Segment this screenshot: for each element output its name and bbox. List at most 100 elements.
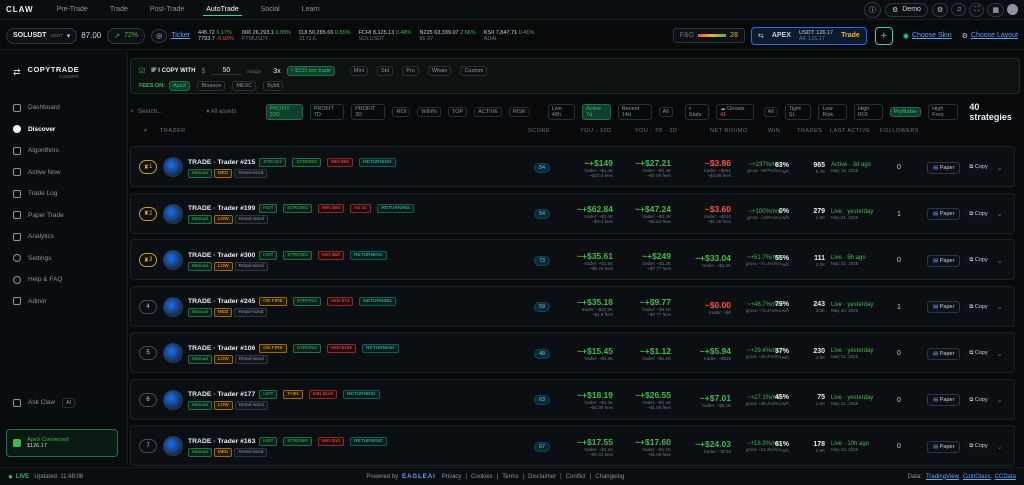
fullscreen-icon[interactable]: ⛶ xyxy=(969,2,985,17)
paper-button[interactable]: ▤ Paper xyxy=(927,208,961,220)
fee-binance[interactable]: Binance xyxy=(197,81,226,91)
filter-high-roi[interactable]: High ROI xyxy=(854,103,883,120)
layout-icon[interactable]: ▦ xyxy=(987,2,1004,17)
nav-autotrade[interactable]: AutoTrade xyxy=(203,4,242,16)
tab-win[interactable]: WIN% xyxy=(417,106,441,117)
footer-privacy[interactable]: Privacy xyxy=(442,474,462,480)
paper-button[interactable]: ▤ Paper xyxy=(927,161,961,174)
sidebar-item-active-now[interactable]: Active Now xyxy=(0,162,127,184)
sidebar-item-analytics[interactable]: Analytics xyxy=(0,226,127,248)
risk-std[interactable]: Std xyxy=(377,66,394,76)
table-row[interactable]: 5 TRADE · Trader #106 ON FIRE STRONG MIN $1… xyxy=(130,332,1015,373)
paper-button[interactable]: ▤ Paper xyxy=(927,440,961,453)
fee-bybit[interactable]: Bybit xyxy=(263,81,284,91)
demo-button[interactable]: ⚙ Demo xyxy=(884,2,928,17)
chevron-down-icon[interactable]: ⌄ xyxy=(997,350,1003,358)
nav-posttrade[interactable]: Post-Trade xyxy=(147,4,187,15)
tab-profit7[interactable]: PROFIT 7D xyxy=(309,103,345,120)
nav-social[interactable]: Social xyxy=(258,4,283,15)
trader-name[interactable]: TRADE · Trader #163 xyxy=(188,438,255,445)
footer-cookies[interactable]: Cookies xyxy=(471,474,493,480)
settings-icon[interactable]: ⚙ xyxy=(931,2,949,17)
chevron-down-icon[interactable]: ⌄ xyxy=(997,396,1003,404)
paper-button[interactable]: ▤ Paper xyxy=(927,347,961,360)
time-active7d[interactable]: Active 7d xyxy=(581,103,611,120)
collapse-icon[interactable]: ⇄ xyxy=(13,67,21,78)
paper-button[interactable]: ▤ Paper xyxy=(927,301,961,313)
table-row[interactable]: ♜ 2 TRADE · Trader #199 HOT STRONG MIN $50 No… xyxy=(130,192,1015,234)
choose-skin-link[interactable]: Choose Skin xyxy=(912,32,952,39)
chevron-down-icon[interactable]: ⌄ xyxy=(997,257,1003,265)
copy-button[interactable]: ⧉ Copy xyxy=(964,301,993,313)
add-button[interactable]: + xyxy=(874,26,893,45)
copy-button[interactable]: ⧉ Copy xyxy=(964,208,993,220)
tab-active[interactable]: ACTIVE xyxy=(474,106,502,117)
filter-all[interactable]: All xyxy=(763,106,778,117)
sidebar-item-discover[interactable]: Discover xyxy=(0,119,127,141)
sidebar-item-settings[interactable]: Settings xyxy=(0,248,127,270)
paper-button[interactable]: ▤ Paper xyxy=(927,394,961,406)
trader-name[interactable]: TRADE · Trader #215 xyxy=(188,159,255,166)
copy-button[interactable]: ⧉ Copy xyxy=(964,255,993,266)
search-input[interactable]: Search... xyxy=(138,109,202,115)
risk-custom[interactable]: Custom xyxy=(460,66,488,76)
table-row[interactable]: ♜ 3 TRADE · Trader #300 HOT STRONG MIN $50 RE… xyxy=(130,239,1015,280)
info-icon[interactable]: ⓘ xyxy=(863,1,881,18)
sidebar-item-paper-trade[interactable]: Paper Trade xyxy=(0,205,127,227)
table-row[interactable]: 4 TRADE · Trader #245 ON FIRE STRONG MIN $7… xyxy=(130,285,1015,327)
nav-pretrade[interactable]: Pre-Trade xyxy=(54,4,91,15)
tab-top[interactable]: TOP xyxy=(447,106,468,117)
notifications-icon[interactable]: ♫ xyxy=(951,3,967,16)
amount-input[interactable]: 50 xyxy=(211,67,242,75)
nav-trade[interactable]: Trade xyxy=(107,4,131,15)
copy-button[interactable]: ⧉ Copy xyxy=(964,441,993,452)
chevron-down-icon[interactable]: ⌄ xyxy=(997,303,1003,311)
footer-disclaimer[interactable]: Disclaimer xyxy=(528,474,556,480)
table-row[interactable]: ♜ 1 TRADE · Trader #215 STEADY STRONG MIN $5… xyxy=(130,146,1015,187)
filter-tight-sl[interactable]: Tight SL xyxy=(784,103,812,120)
copy-button[interactable]: ⧉ Copy xyxy=(964,162,993,173)
sidebar-item-algorithms[interactable]: Algorithms xyxy=(0,140,127,162)
sidebar-item-dashboard[interactable]: Dashboard xyxy=(0,97,127,119)
copy-button[interactable]: ⧉ Copy xyxy=(964,394,993,406)
footer-terms[interactable]: Terms xyxy=(502,474,518,480)
nav-learn[interactable]: Learn xyxy=(299,4,323,15)
filter-low-risk[interactable]: Low Risk xyxy=(818,103,848,120)
trader-name[interactable]: TRADE · Trader #300 xyxy=(188,252,255,259)
chevron-down-icon[interactable]: ⌄ xyxy=(997,164,1003,172)
ghosts-filter[interactable]: ☁ Ghosts 41 xyxy=(716,103,754,120)
trader-name[interactable]: TRADE · Trader #245 xyxy=(188,298,255,305)
time-live48h[interactable]: Live 48h xyxy=(547,103,575,120)
trader-name[interactable]: TRADE · Trader #199 xyxy=(188,205,255,212)
choose-layout-link[interactable]: Choose Layout xyxy=(971,32,1018,39)
tab-roi[interactable]: ROI xyxy=(392,106,411,117)
risk-pro[interactable]: Pro xyxy=(402,66,419,76)
state-filter[interactable]: ◐ State xyxy=(684,103,710,120)
tab-risk[interactable]: RISK xyxy=(508,106,530,117)
avatar[interactable] xyxy=(1007,4,1018,15)
paper-button[interactable]: ▤ Paper xyxy=(927,254,961,267)
leverage-input[interactable]: 3x xyxy=(273,68,280,75)
ask-claw-button[interactable]: Ask Claw AI xyxy=(0,392,91,414)
footer-conflict[interactable]: Conflict xyxy=(566,474,586,480)
symbol-selector[interactable]: SOLUSDT USDT ▾ xyxy=(6,27,78,44)
tab-profit3[interactable]: PROFIT 3D xyxy=(351,103,386,120)
risk-whale[interactable]: Whale xyxy=(427,66,452,76)
fee-mexc[interactable]: MEXC xyxy=(232,81,257,91)
sidebar-item-trade-log[interactable]: Trade Log xyxy=(0,183,127,205)
ticker-link[interactable]: Ticker xyxy=(171,32,190,39)
tab-profit30[interactable]: PROFIT 30D xyxy=(265,103,303,120)
connection-status[interactable]: ApeX Connected $126.17 xyxy=(6,429,118,457)
chevron-down-icon[interactable]: ⌄ xyxy=(997,443,1003,451)
target-icon[interactable]: ◎ xyxy=(151,28,168,43)
footer-changelog[interactable]: Changelog xyxy=(595,474,624,480)
copy-button[interactable]: ⧉ Copy xyxy=(964,348,993,359)
time-recent14d[interactable]: Recent 14d xyxy=(617,103,652,120)
filter-high-freq[interactable]: High Freq xyxy=(928,103,959,120)
trade-button[interactable]: Trade xyxy=(841,32,860,39)
sidebar-item-help[interactable]: Help & FAQ xyxy=(0,269,127,291)
table-row[interactable]: 7 TRADE · Trader #163 HOT STRONG MIN $10 RET… xyxy=(130,425,1015,466)
chevron-down-icon[interactable]: ⌄ xyxy=(997,210,1003,218)
fee-apex[interactable]: ApeX xyxy=(168,81,191,91)
table-row[interactable]: 6 TRADE · Trader #177 HOT THIN MIN $118 RETU… xyxy=(130,378,1015,420)
